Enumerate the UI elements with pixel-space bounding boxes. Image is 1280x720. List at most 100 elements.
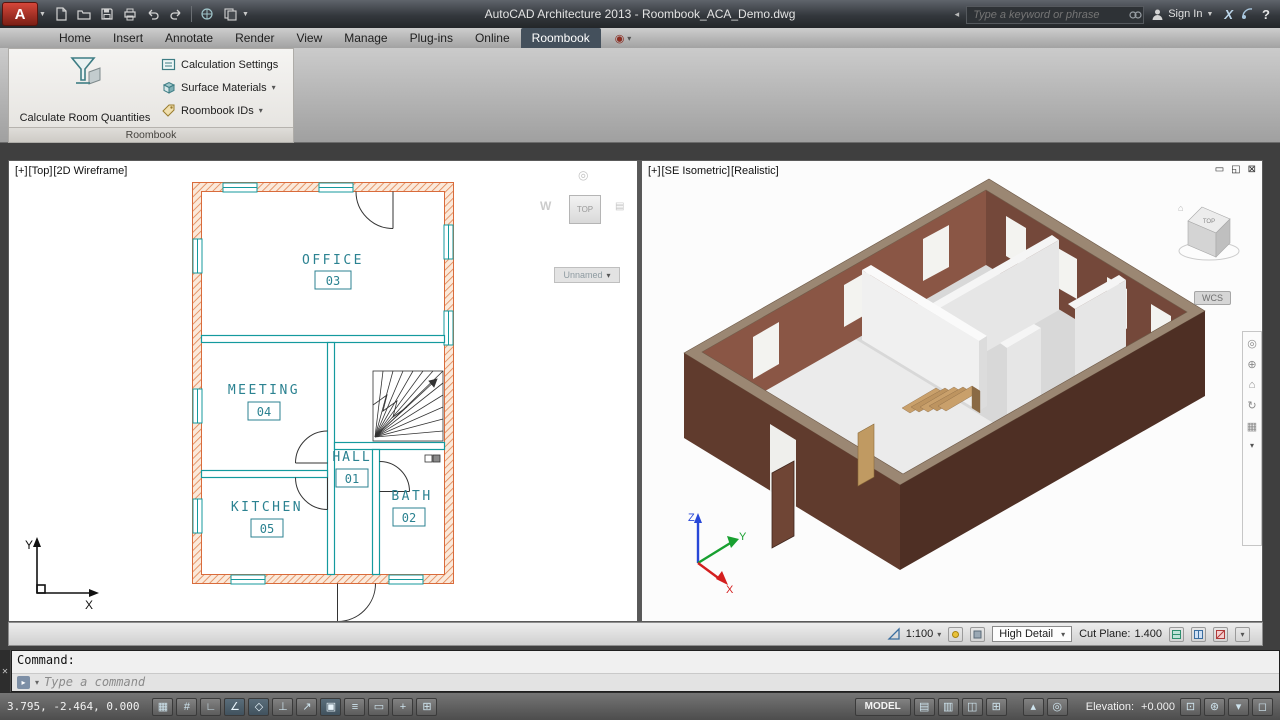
view-control[interactable]: [SE Isometric]: [662, 165, 730, 177]
view-control[interactable]: [Top]: [29, 165, 53, 177]
tab-annotate[interactable]: Annotate: [154, 28, 224, 48]
cut-plane-edit-button[interactable]: [1191, 627, 1206, 642]
application-menu-button[interactable]: A: [2, 2, 38, 26]
command-window-close-button[interactable]: ✕: [0, 650, 11, 692]
search-binoculars-icon[interactable]: [1128, 7, 1142, 26]
grid-toggle[interactable]: #: [176, 698, 197, 716]
lineweight-toggle[interactable]: ≡: [344, 698, 365, 716]
search-input[interactable]: [966, 6, 1144, 24]
command-history-line[interactable]: Command:: [12, 651, 1279, 673]
orbit-icon[interactable]: ↻: [1247, 399, 1256, 412]
application-menu-caret-icon[interactable]: ▼: [39, 11, 46, 18]
tab-online[interactable]: Online: [464, 28, 521, 48]
coordinates-readout[interactable]: 3.795, -2.464, 0.000: [7, 700, 139, 713]
viewport-toolbar-more-icon: ▾: [1240, 630, 1244, 639]
navbar-more-caret-icon[interactable]: ▾: [1250, 441, 1254, 450]
floor-plan-drawing[interactable]: OFFICE 03 MEETING 04 HALL 01 KITCHEN 05 …: [9, 161, 637, 621]
clean-screen-button[interactable]: ◻: [1252, 698, 1273, 716]
fullnav-wheel-icon[interactable]: ◎: [1247, 337, 1257, 350]
autoscale-button[interactable]: ◎: [1047, 698, 1068, 716]
redo-button[interactable]: [165, 4, 187, 24]
showmotion-icon[interactable]: ▦: [1247, 420, 1257, 433]
workspace-switching-button[interactable]: ⊛: [1204, 698, 1225, 716]
viewcube-top-button[interactable]: TOP: [569, 195, 601, 224]
command-recent-caret-icon[interactable]: ▾: [35, 678, 39, 687]
live-section-button[interactable]: [1213, 627, 1228, 642]
osnap-toggle[interactable]: ◇: [248, 698, 269, 716]
snap-toggle[interactable]: ▦: [152, 698, 173, 716]
save-button[interactable]: [96, 4, 118, 24]
named-view-caret-icon: ▾: [607, 271, 611, 280]
viewport-2d-top[interactable]: [+] [Top] [2D Wireframe]: [8, 160, 638, 622]
quick-view-drawings-button[interactable]: ⊞: [986, 698, 1007, 716]
tab-insert[interactable]: Insert: [102, 28, 154, 48]
navbar-handle-icon[interactable]: ▤: [615, 201, 624, 212]
tab-view[interactable]: View: [285, 28, 333, 48]
dynamic-ucs-toggle[interactable]: ↗: [296, 698, 317, 716]
calculation-settings-button[interactable]: Calculation Settings: [161, 57, 293, 72]
ribbon-extra-icon[interactable]: ◉▾: [615, 28, 632, 48]
quick-properties-toggle[interactable]: +: [392, 698, 413, 716]
cut-plane-toggle-button[interactable]: [1169, 627, 1184, 642]
roombook-ids-button[interactable]: Roombook IDs ▾: [161, 103, 293, 118]
panel-title[interactable]: Roombook: [9, 127, 293, 142]
layout1-button[interactable]: ▤: [914, 698, 935, 716]
calculate-room-quantities-button[interactable]: Calculate Room Quantities: [9, 49, 161, 127]
help-button[interactable]: ?: [1262, 7, 1270, 22]
ortho-toggle[interactable]: ∟: [200, 698, 221, 716]
annotation-scale-control[interactable]: 1:100 ▾: [887, 627, 942, 642]
exchange-apps-icon[interactable]: X: [1224, 7, 1233, 22]
viewport-menu-control[interactable]: [+]: [648, 165, 661, 177]
viewcube[interactable]: TOP ⌂: [1178, 203, 1239, 260]
tab-roombook[interactable]: Roombook: [521, 28, 601, 48]
house-3d-model[interactable]: TOP ⌂ Z Y X: [642, 161, 1262, 621]
annotation-visibility-button[interactable]: ▴: [1023, 698, 1044, 716]
elevation-value[interactable]: +0.000: [1141, 701, 1175, 713]
viewport-close-icon[interactable]: ⊠: [1248, 164, 1256, 175]
stairs: [373, 371, 443, 441]
quick-view-layouts-button[interactable]: ◫: [962, 698, 983, 716]
viewport-3d-iso[interactable]: [+] [SE Isometric] [Realistic] ▭ ◱ ⊠: [641, 160, 1263, 622]
tab-home[interactable]: Home: [48, 28, 102, 48]
tab-manage[interactable]: Manage: [333, 28, 398, 48]
dynamic-input-toggle[interactable]: ▣: [320, 698, 341, 716]
undo-button[interactable]: [142, 4, 164, 24]
viewport-menu-control[interactable]: [+]: [15, 165, 28, 177]
detail-level-dropdown[interactable]: High Detail ▾: [992, 626, 1072, 642]
open-file-button[interactable]: [73, 4, 95, 24]
steering-wheel-icon[interactable]: ◎: [578, 168, 588, 182]
visual-style-control[interactable]: [2D Wireframe]: [53, 165, 127, 177]
layout2-button[interactable]: ▥: [938, 698, 959, 716]
pan-icon[interactable]: ⊕: [1247, 358, 1256, 371]
plot-button[interactable]: [119, 4, 141, 24]
communication-center-icon[interactable]: [1240, 7, 1255, 21]
qat-customize-caret-icon[interactable]: ▼: [242, 11, 249, 18]
sign-in-control[interactable]: Sign In ▼: [1151, 8, 1217, 21]
selection-cycling-toggle[interactable]: ⊞: [416, 698, 437, 716]
viewport-restore-icon[interactable]: ◱: [1231, 164, 1240, 175]
transparency-toggle[interactable]: ▭: [368, 698, 389, 716]
viewcube-home-icon[interactable]: ⌂: [1178, 203, 1183, 213]
cut-plane-value[interactable]: 1.400: [1134, 628, 1162, 640]
viewport-minimize-icon[interactable]: ▭: [1215, 164, 1224, 175]
new-file-button[interactable]: [50, 4, 72, 24]
tab-plugins[interactable]: Plug-ins: [399, 28, 464, 48]
named-view-dropdown[interactable]: Unnamed ▾: [554, 267, 620, 283]
shadow-status-button[interactable]: [970, 627, 985, 642]
sun-status-button[interactable]: [948, 627, 963, 642]
surface-materials-button[interactable]: Surface Materials ▾: [161, 80, 293, 95]
viewport-toolbar-more-button[interactable]: ▾: [1235, 627, 1250, 642]
model-space-button[interactable]: MODEL: [855, 698, 911, 716]
replace-z-toggle[interactable]: ⊡: [1180, 698, 1201, 716]
polar-toggle[interactable]: ∠: [224, 698, 245, 716]
workspace-button[interactable]: [196, 4, 218, 24]
tab-render[interactable]: Render: [224, 28, 285, 48]
user-icon: [1151, 8, 1164, 21]
infocenter-collapse-icon[interactable]: ◂: [955, 9, 960, 20]
sheet-set-button[interactable]: [219, 4, 241, 24]
command-input-row[interactable]: ▸ ▾ Type a command: [12, 673, 1279, 692]
otrack-toggle[interactable]: ⊥: [272, 698, 293, 716]
zoom-icon[interactable]: ⌂: [1249, 379, 1256, 391]
status-bar-menu-button[interactable]: ▾: [1228, 698, 1249, 716]
visual-style-control[interactable]: [Realistic]: [731, 165, 779, 177]
